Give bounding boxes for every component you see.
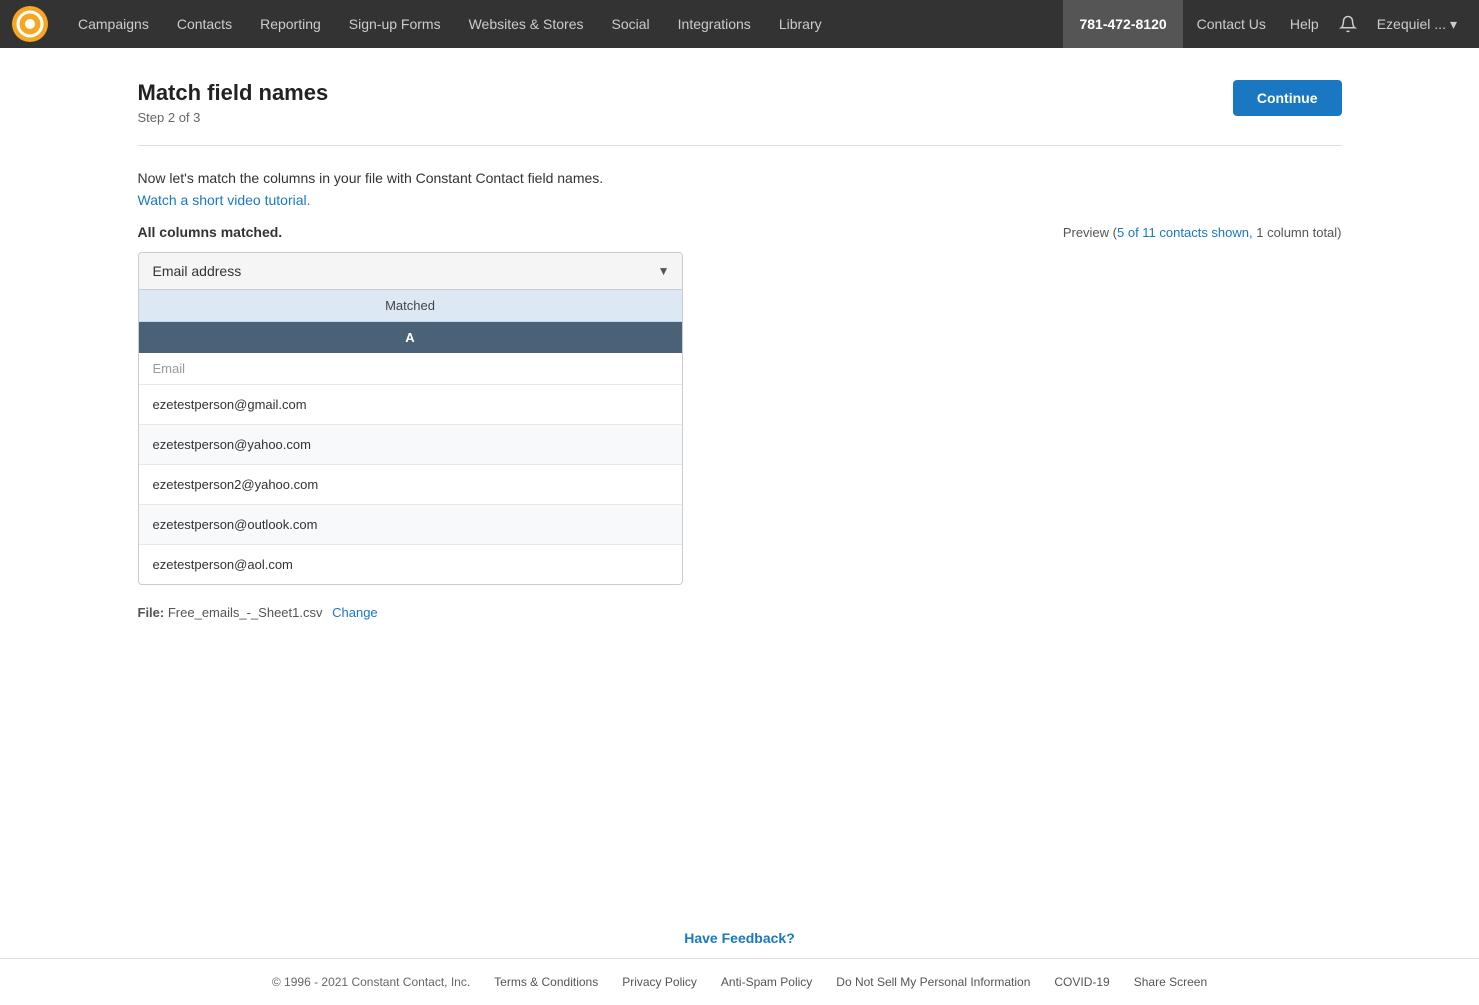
footer-covid[interactable]: COVID-19 [1054,975,1109,989]
logo[interactable] [12,6,48,42]
nav-social[interactable]: Social [598,0,664,48]
footer-copyright: © 1996 - 2021 Constant Contact, Inc. [272,975,470,989]
chevron-down-icon: ▾ [1450,16,1457,33]
footer-share-screen[interactable]: Share Screen [1134,975,1207,989]
main-nav: Campaigns Contacts Reporting Sign-up For… [64,0,1063,48]
table-row: ezetestperson@outlook.com [139,505,682,545]
instructions: Now let's match the columns in your file… [138,170,1342,208]
feedback-link[interactable]: Have Feedback? [684,930,795,946]
user-name: Ezequiel ... [1377,16,1446,32]
page-subtitle: Step 2 of 3 [138,110,329,125]
page-header-text: Match field names Step 2 of 3 [138,80,329,125]
table-row: ezetestperson@yahoo.com [139,425,682,465]
matched-label: Matched [139,290,682,322]
help-link[interactable]: Help [1280,0,1329,48]
nav-integrations[interactable]: Integrations [664,0,765,48]
field-select-row: Email address First Name Last Name Phone… [139,253,682,290]
instruction-text: Now let's match the columns in your file… [138,170,1342,186]
phone-number: 781-472-8120 [1063,0,1182,48]
footer-terms[interactable]: Terms & Conditions [494,975,598,989]
field-select[interactable]: Email address First Name Last Name Phone… [139,253,682,289]
table-row: ezetestperson@aol.com [139,545,682,584]
video-tutorial-link[interactable]: Watch a short video tutorial. [138,192,311,208]
footer-do-not-sell[interactable]: Do Not Sell My Personal Information [836,975,1030,989]
all-matched-label: All columns matched. [138,224,283,240]
change-file-link[interactable]: Change [332,605,378,620]
table-row: ezetestperson@gmail.com [139,385,682,425]
footer: © 1996 - 2021 Constant Contact, Inc. Ter… [0,958,1479,1005]
field-select-wrapper: Email address First Name Last Name Phone… [139,253,682,289]
footer-privacy[interactable]: Privacy Policy [622,975,697,989]
nav-signup-forms[interactable]: Sign-up Forms [335,0,455,48]
nav-reporting[interactable]: Reporting [246,0,335,48]
nav-library[interactable]: Library [765,0,836,48]
file-info: File: Free_emails_-_Sheet1.csv Change [138,605,1342,620]
email-column-header: Email [139,353,682,385]
footer-antispam[interactable]: Anti-Spam Policy [721,975,812,989]
feedback-section: Have Feedback? [0,906,1479,958]
notification-bell[interactable] [1329,0,1367,48]
navbar-right: 781-472-8120 Contact Us Help Ezequiel ..… [1063,0,1467,48]
user-menu[interactable]: Ezequiel ... ▾ [1367,0,1467,48]
status-bar: All columns matched. Preview (5 of 11 co… [138,224,1342,240]
page-title: Match field names [138,80,329,106]
file-name: Free_emails_-_Sheet1.csv [168,605,323,620]
field-match-table: Email address First Name Last Name Phone… [138,252,683,585]
nav-campaigns[interactable]: Campaigns [64,0,163,48]
main-content: Match field names Step 2 of 3 Continue N… [90,48,1390,906]
table-row: ezetestperson2@yahoo.com [139,465,682,505]
contact-us-link[interactable]: Contact Us [1183,0,1280,48]
preview-info: Preview (5 of 11 contacts shown, 1 colum… [1063,225,1342,240]
column-header: A [139,322,682,353]
page-header: Match field names Step 2 of 3 Continue [138,80,1342,146]
file-label: File: [138,605,165,620]
continue-button[interactable]: Continue [1233,80,1342,116]
preview-count-link[interactable]: 5 of 11 contacts shown, [1117,225,1253,240]
nav-websites[interactable]: Websites & Stores [455,0,598,48]
navbar: Campaigns Contacts Reporting Sign-up For… [0,0,1479,48]
nav-contacts[interactable]: Contacts [163,0,246,48]
